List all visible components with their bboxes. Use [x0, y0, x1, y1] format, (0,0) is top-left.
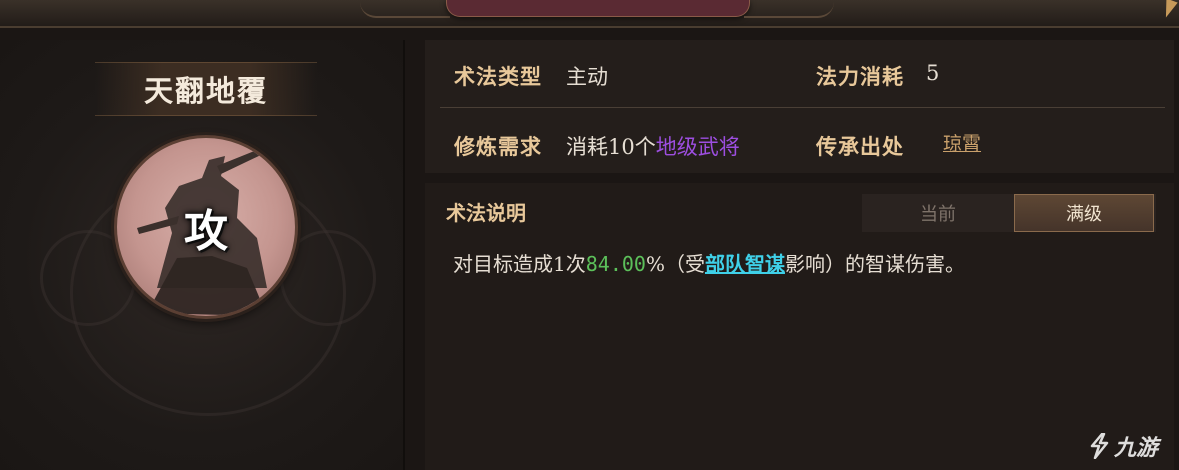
attribute-link[interactable]: 部队智谋: [705, 252, 785, 276]
description-mid: %（受: [645, 252, 705, 276]
level-tab-group: 当前 满级: [862, 194, 1156, 232]
damage-percent: 84.00: [585, 252, 646, 276]
tab-current[interactable]: 当前: [862, 194, 1014, 232]
title-ornament: [446, 0, 750, 17]
source-label: 传承出处: [816, 134, 904, 159]
site-watermark: 九游: [1088, 428, 1158, 464]
description-title: 术法说明: [446, 201, 526, 225]
requirement-label: 修炼需求: [454, 134, 542, 159]
nine-game-logo-icon: [1090, 433, 1109, 459]
skill-type-char: 攻: [184, 206, 228, 257]
requirement-value: 消耗10个地级武将: [566, 131, 740, 161]
description-suffix: 影响）的智谋伤害。: [784, 252, 965, 276]
watermark-text: 九游: [1114, 436, 1159, 461]
skill-name-plate: 天翻地覆: [95, 62, 317, 116]
description-prefix: 对目标造成1次: [453, 252, 586, 276]
skill-name: 天翻地覆: [143, 74, 268, 108]
tab-max-level[interactable]: 满级: [1014, 194, 1154, 232]
top-ornament-left: [360, 2, 450, 18]
description-text: 对目标造成1次84.00%（受部队智谋影响）的智谋伤害。: [453, 248, 965, 277]
source-link[interactable]: 琼霄: [943, 129, 981, 156]
mana-cost-value: 5: [926, 61, 940, 85]
top-ornament-right: [744, 2, 834, 18]
skill-type-label: 术法类型: [454, 64, 542, 89]
mana-cost-label: 法力消耗: [816, 64, 904, 89]
requirement-highlight: 地级武将: [655, 135, 740, 159]
requirement-prefix: 消耗10个: [566, 135, 656, 159]
warrior-attack-icon[interactable]: 攻: [114, 135, 298, 319]
info-divider: [440, 107, 1165, 108]
skill-type-value: 主动: [566, 65, 608, 89]
